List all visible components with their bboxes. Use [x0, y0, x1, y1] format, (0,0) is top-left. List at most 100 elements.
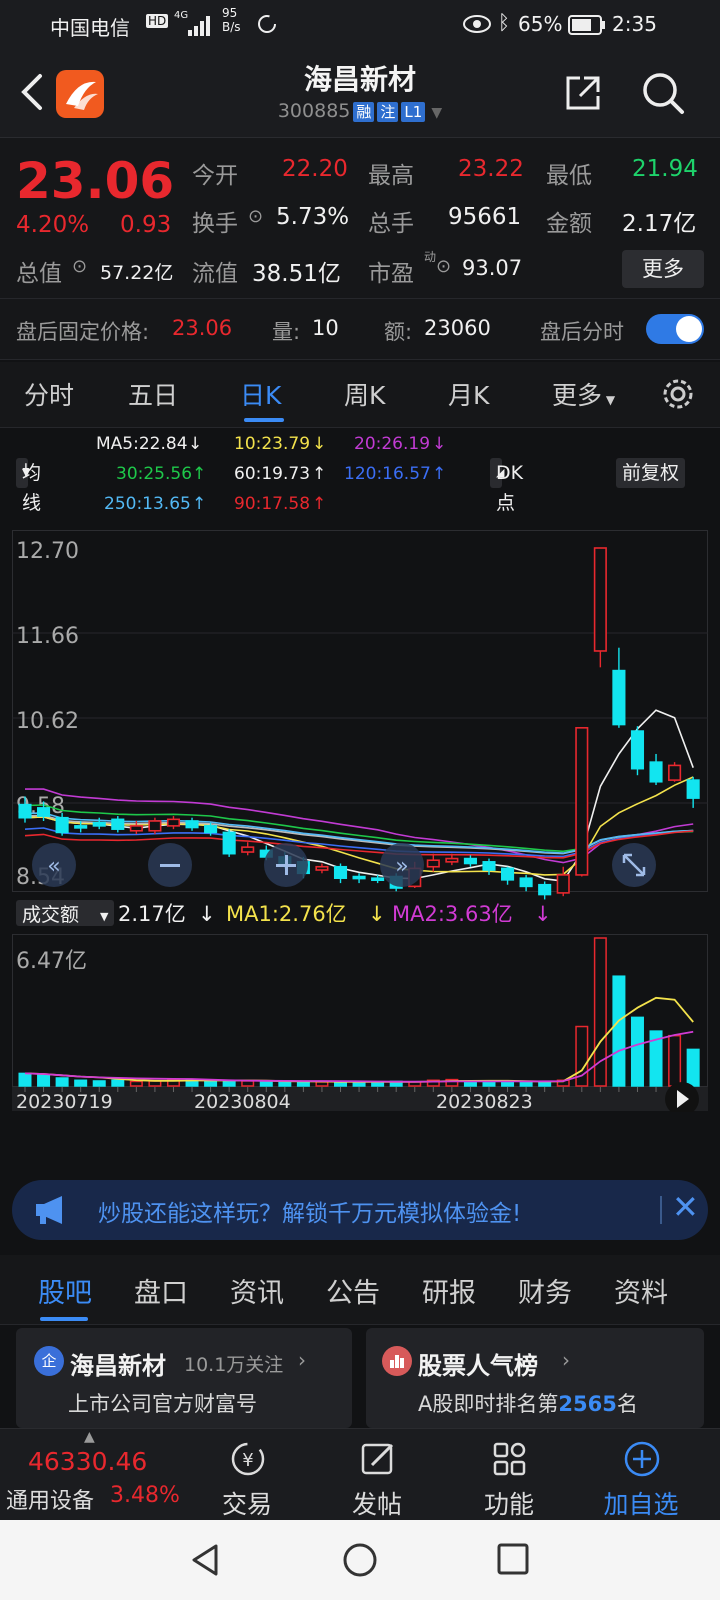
search-icon[interactable] [640, 70, 686, 116]
info-dots-icon[interactable]: ⊙ [436, 256, 451, 277]
popularity-rank-card[interactable]: 股票人气榜 › A股即时排名第2565名 [366, 1328, 704, 1428]
dropdown-caret-icon: ▼ [100, 910, 109, 923]
after-timeshare-label: 盘后分时 [540, 320, 624, 344]
info-dots-icon[interactable]: ⊙ [248, 206, 263, 227]
tab-research[interactable]: 研报 [422, 1271, 476, 1310]
nav-back-icon[interactable] [188, 1542, 222, 1578]
tag-level[interactable]: L1 [401, 102, 426, 122]
volume-max-label: 6.47亿 [16, 949, 87, 974]
volume-bar-up [148, 1080, 162, 1087]
tab-week-k[interactable]: 周K [344, 376, 385, 412]
tag-margin[interactable]: 融 [353, 102, 375, 122]
dk-point-button[interactable]: DK点 ◢ [490, 458, 523, 514]
info-dots-icon[interactable]: ⊙ [72, 256, 87, 277]
nav-recent-icon[interactable] [496, 1542, 530, 1576]
volume-bar-down [278, 1081, 292, 1087]
volume-label: 成交额 [22, 904, 79, 926]
candle-down [333, 865, 348, 879]
ma-legend: MA5:22.84 ↓ 10:23.79 ↓ 20:26.19 ↓ 均线 ▼ 3… [0, 430, 720, 530]
sync-icon [258, 15, 276, 33]
candle-up [556, 874, 570, 894]
turnover-label: 换手 [192, 211, 238, 237]
fullscreen-button[interactable] [612, 843, 656, 887]
company-account-card[interactable]: 企 海昌新材 10.1万关注 › 上市公司官方财富号 [16, 1328, 352, 1428]
tab-profile[interactable]: 资料 [614, 1271, 668, 1310]
rank-title: 股票人气榜 [418, 1352, 538, 1380]
tab-news[interactable]: 资讯 [230, 1271, 284, 1310]
down-arrow-icon: ↓ [432, 434, 447, 454]
volume-bar-down [74, 1079, 88, 1087]
scroll-left-button[interactable]: « [32, 843, 76, 887]
date-axis [12, 1087, 708, 1111]
volume-bar-up [315, 1081, 329, 1087]
rank-subtitle: A股即时排名第2565名 [418, 1392, 638, 1416]
adjust-mode-button[interactable]: 前复权 [616, 458, 686, 488]
divider [0, 298, 720, 299]
share-icon[interactable] [562, 72, 604, 114]
ma250-value: 250:13.65 [104, 494, 191, 514]
zoom-in-button[interactable] [264, 843, 308, 887]
svg-text:«: « [47, 854, 60, 879]
tab-month-k[interactable]: 月K [448, 376, 489, 412]
tab-timeshare[interactable]: 分时 [24, 376, 74, 412]
chevron-up-icon[interactable]: ▲ [84, 1429, 95, 1445]
down-arrow-icon: ↓ [198, 902, 216, 926]
tag-note[interactable]: 注 [377, 102, 399, 122]
zoom-out-button[interactable] [148, 843, 192, 887]
tab-finance[interactable]: 财务 [518, 1271, 572, 1310]
tab-forum[interactable]: 股吧 [38, 1271, 92, 1310]
trade-button[interactable]: ¥ 交易 [182, 1429, 312, 1521]
after-hours-toggle[interactable] [646, 314, 704, 344]
hd-icon: HD [146, 14, 169, 28]
ma20-value: 20:26.19 [354, 434, 431, 454]
down-arrow-icon: ↓ [534, 902, 552, 926]
dropdown-caret-icon[interactable]: ▼ [431, 105, 442, 121]
tab-more[interactable]: 更多 ▼ [552, 376, 615, 412]
sector-name[interactable]: 通用设备 [6, 1483, 94, 1515]
amount-value: 2.17亿 [622, 211, 697, 237]
candle-down [463, 857, 477, 865]
bluetooth-icon: ᛒ [498, 10, 510, 34]
volume-bar-down [111, 1079, 125, 1087]
float-value: 38.51亿 [252, 261, 341, 287]
tab-five-day[interactable]: 五日 [128, 376, 178, 412]
promo-banner[interactable]: 炒股还能这样玩？解锁千万元模拟体验金! ✕ [12, 1180, 708, 1240]
candle-up [445, 857, 459, 863]
ma-select-button[interactable]: 均线 ▼ [16, 458, 41, 514]
candle-up [166, 818, 181, 827]
sector-index-value[interactable]: 46330.46 [28, 1447, 147, 1476]
candle-down [612, 669, 626, 726]
net-speed: 95 B/s [222, 6, 241, 34]
price-tick-label: 12.70 [16, 539, 79, 564]
candle-down [371, 877, 385, 881]
post-button[interactable]: 发帖 [312, 1429, 442, 1521]
tab-announcements[interactable]: 公告 [326, 1271, 380, 1310]
functions-button[interactable]: 功能 [444, 1429, 574, 1521]
kline-chart[interactable]: 12.7011.6610.629.588.54 « » 成交额 ▼ 2.17亿 … [12, 530, 708, 1112]
price-axis: 12.7011.6610.629.588.54 [16, 539, 79, 890]
enterprise-icon: 企 [34, 1346, 64, 1376]
tab-orderbook[interactable]: 盘口 [134, 1271, 188, 1310]
tab-day-k[interactable]: 日K [240, 376, 281, 412]
candle-up [593, 547, 607, 652]
volume-bar-down [501, 1081, 515, 1087]
candle-down [630, 730, 645, 770]
nav-home-icon[interactable] [342, 1542, 378, 1578]
low-label: 最低 [546, 163, 592, 189]
carrier: 中国电信 [50, 16, 130, 40]
vol-ma1-value: MA1:2.76亿 [226, 902, 347, 926]
add-watchlist-button[interactable]: 加自选 [576, 1429, 706, 1521]
rank-chart-icon [382, 1346, 412, 1376]
amount-label: 金额 [546, 211, 592, 237]
ma120-line [24, 827, 694, 858]
svg-text:¥: ¥ [242, 1450, 253, 1471]
price-tick-label: 11.66 [16, 624, 79, 649]
vol-ma2-value: MA2:3.63亿 [392, 902, 513, 926]
clock: 2:35 [612, 12, 657, 36]
close-icon[interactable]: ✕ [672, 1188, 699, 1226]
stock-code: 300885 [277, 100, 351, 122]
ma120-value: 120:16.57 [344, 464, 431, 484]
scroll-right-button[interactable]: » [380, 843, 424, 887]
gear-icon[interactable] [660, 376, 696, 412]
more-quote-button[interactable]: 更多 [622, 250, 704, 288]
